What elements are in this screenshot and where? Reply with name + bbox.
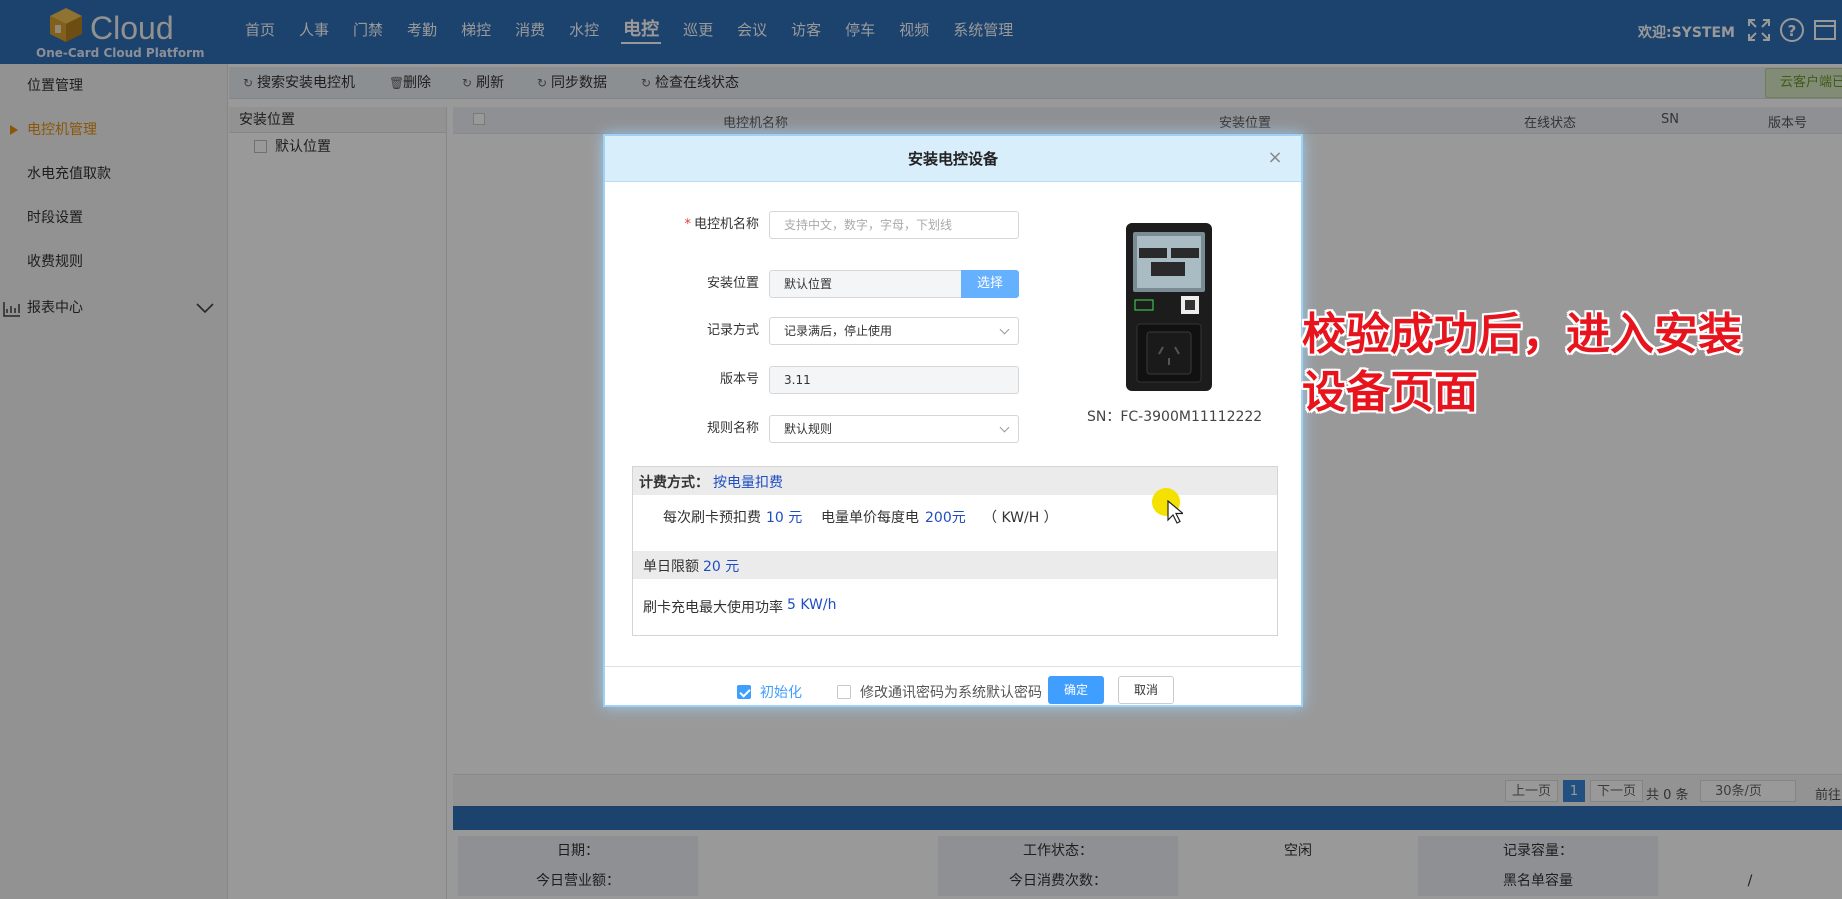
device-image (1126, 223, 1212, 391)
version-input[interactable]: 3.11 (769, 366, 1019, 394)
record-mode-select[interactable]: 记录满后，停止使用 (769, 317, 1019, 345)
unit-price-value: 200元 (925, 510, 966, 526)
mouse-pointer-icon (1167, 500, 1183, 524)
record-mode-label: 记录方式 (706, 323, 759, 338)
max-power-row: 刷卡充电最大使用功率 5 KW/h (633, 591, 1277, 621)
dialog-title: 安装电控设备 (605, 136, 1301, 182)
install-device-dialog: 安装电控设备 × * 电控机名称 支持中文，数字，字母，下划线 安装位置 默认位置… (603, 134, 1303, 707)
device-name-input[interactable]: 支持中文，数字，字母，下划线 (769, 211, 1019, 239)
daily-limit-value: 20 元 (703, 559, 740, 575)
prepay-value: 10 元 (766, 510, 803, 526)
select-location-button[interactable]: 选择 (961, 270, 1019, 298)
fee-mode-label: 计费方式： (639, 475, 709, 491)
default-password-checkbox[interactable] (837, 685, 851, 699)
max-power-label: 刷卡充电最大使用功率 (643, 600, 783, 616)
annotation-line: 校验成功后，进入安装 (1302, 309, 1742, 360)
rule-label: 规则名称 (706, 421, 759, 436)
chevron-down-icon (999, 324, 1010, 335)
location-label: 安装位置 (706, 276, 759, 291)
annotation-line: 设备页面 (1302, 367, 1478, 418)
fee-mode-value: 按电量扣费 (713, 475, 783, 491)
close-icon[interactable]: × (1267, 149, 1283, 167)
prepay-label: 每次刷卡预扣费 (663, 510, 761, 526)
name-label: * 电控机名称 (684, 217, 759, 232)
dialog-footer-divider (605, 666, 1301, 667)
unit-suffix: （ KW/H ） (983, 510, 1058, 526)
location-input[interactable]: 默认位置 (769, 270, 963, 298)
tutorial-annotation: 校验成功后，进入安装 设备页面 (1302, 306, 1742, 422)
init-label[interactable]: 初始化 (760, 682, 802, 702)
daily-limit-row: 单日限额 20 元 (633, 551, 1277, 579)
daily-limit-label: 单日限额 (643, 559, 699, 575)
default-password-label[interactable]: 修改通讯密码为系统默认密码 (860, 682, 1042, 702)
rule-select[interactable]: 默认规则 (769, 415, 1019, 443)
version-label: 版本号 (719, 372, 759, 387)
cancel-button[interactable]: 取消 (1118, 676, 1174, 704)
max-power-value: 5 KW/h (787, 597, 837, 613)
chevron-down-icon (999, 422, 1010, 433)
confirm-button[interactable]: 确定 (1048, 676, 1104, 704)
device-sn: SN：FC-3900M11112222 (1087, 409, 1263, 425)
unit-price-label: 电量单价每度电 (821, 510, 919, 526)
init-checkbox[interactable] (737, 685, 751, 699)
fee-rule-panel: 计费方式： 按电量扣费 每次刷卡预扣费 10 元 电量单价每度电 200元 （ … (632, 466, 1278, 636)
fee-mode-row: 计费方式： 按电量扣费 (633, 467, 1277, 495)
